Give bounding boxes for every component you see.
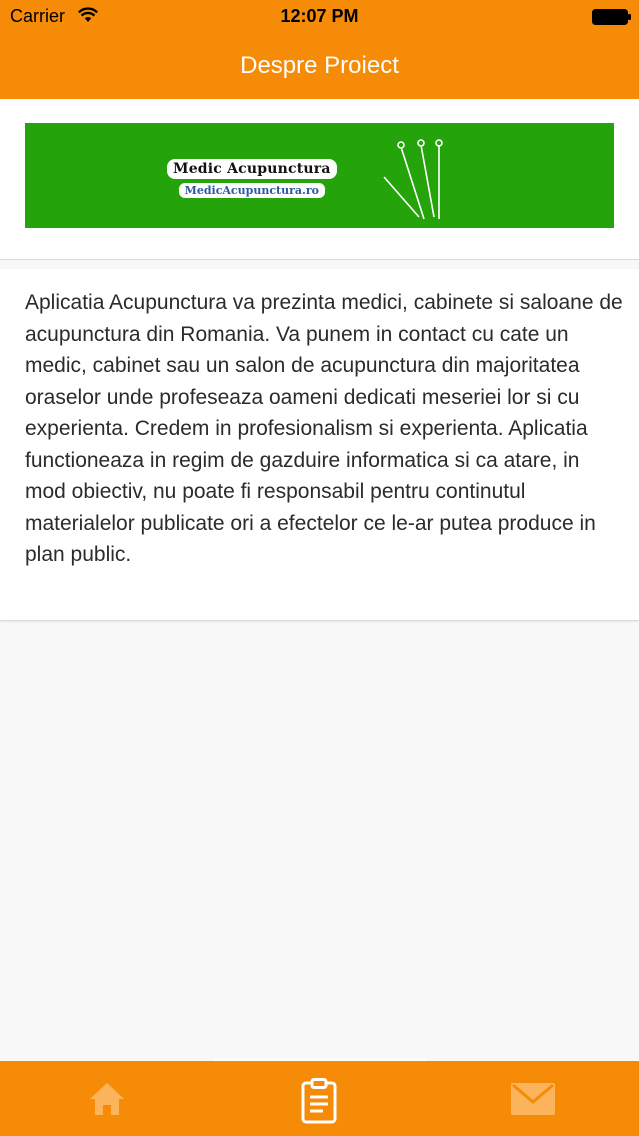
tab-bar — [0, 1058, 639, 1136]
logo-title: Medic Acupunctura — [167, 159, 337, 179]
project-description: Aplicatia Acupunctura va prezinta medici… — [25, 291, 623, 566]
clock: 12:07 PM — [280, 6, 359, 26]
tab-home[interactable] — [0, 1061, 213, 1136]
navigation-bar: Despre Proiect — [0, 34, 639, 99]
description-card: Aplicatia Acupunctura va prezinta medici… — [0, 269, 639, 620]
clipboard-icon — [301, 1078, 337, 1124]
page-title: Despre Proiect — [240, 52, 399, 79]
banner-card: Medic Acupunctura MedicAcupunctura.ro — [0, 99, 639, 260]
mail-icon — [511, 1083, 555, 1115]
logo-url: MedicAcupunctura.ro — [178, 183, 325, 198]
status-bar: Carrier 12:07 PM — [0, 0, 639, 34]
acupuncture-needles-icon — [383, 139, 443, 220]
banner-image: Medic Acupunctura MedicAcupunctura.ro — [25, 123, 614, 228]
battery-icon — [592, 9, 631, 25]
home-icon — [90, 1083, 124, 1115]
tab-despre-proiect[interactable] — [213, 1061, 426, 1136]
tab-contact[interactable] — [426, 1061, 639, 1136]
logo: Medic Acupunctura MedicAcupunctura.ro — [167, 159, 337, 198]
